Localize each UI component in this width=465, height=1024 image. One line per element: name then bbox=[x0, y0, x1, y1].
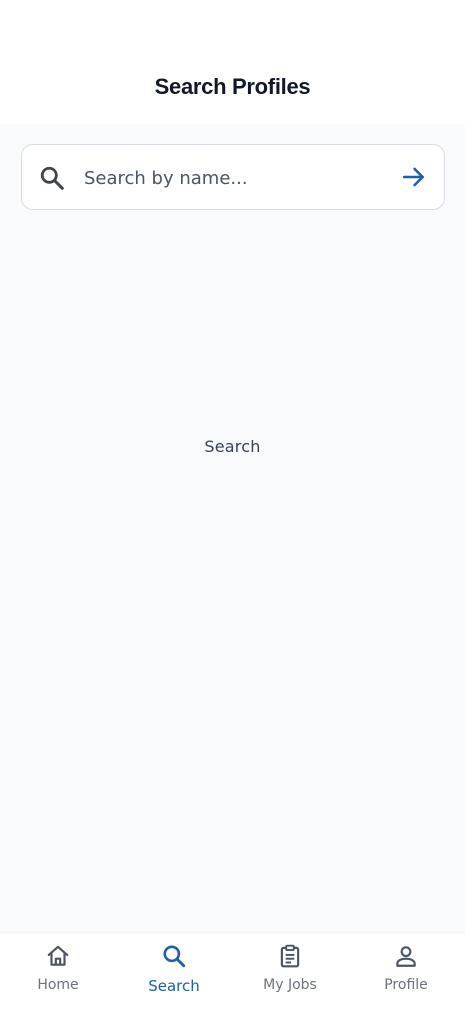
nav-label-search: Search bbox=[148, 977, 200, 995]
page-title: Search Profiles bbox=[154, 74, 311, 99]
home-icon bbox=[47, 945, 69, 966]
bottom-nav: Home Search My Jobs Profile bbox=[0, 932, 465, 1024]
header: Search Profiles bbox=[0, 0, 465, 124]
search-bar[interactable] bbox=[21, 144, 445, 210]
nav-label-profile: Profile bbox=[384, 977, 428, 993]
app-screen: Search Profiles Search Home Search bbox=[0, 0, 465, 1024]
nav-item-my-jobs[interactable]: My Jobs bbox=[232, 933, 348, 1024]
nav-item-search[interactable]: Search bbox=[116, 933, 232, 1024]
clipboard-icon bbox=[280, 944, 300, 968]
search-icon bbox=[40, 166, 64, 190]
empty-state-text: Search bbox=[204, 437, 261, 456]
search-input[interactable] bbox=[84, 159, 384, 197]
search-icon bbox=[163, 945, 186, 968]
nav-item-profile[interactable]: Profile bbox=[348, 933, 464, 1024]
nav-label-my-jobs: My Jobs bbox=[263, 977, 317, 993]
arrow-right-icon[interactable] bbox=[401, 164, 427, 190]
person-icon bbox=[396, 946, 416, 967]
nav-label-home: Home bbox=[37, 977, 79, 993]
nav-item-home[interactable]: Home bbox=[0, 933, 116, 1024]
